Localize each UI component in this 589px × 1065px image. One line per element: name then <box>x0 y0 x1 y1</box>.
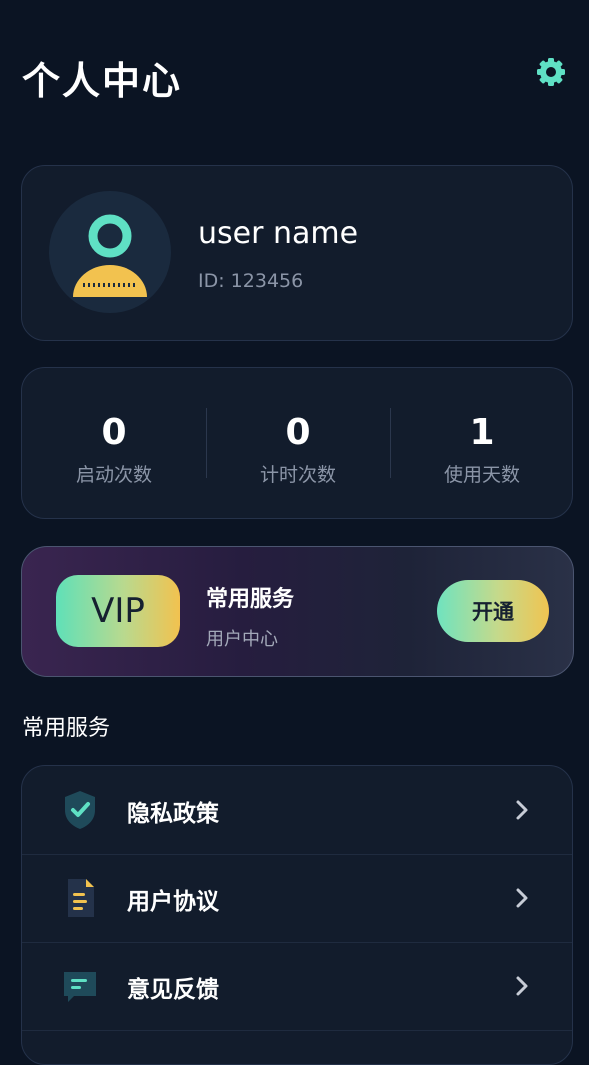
stat-label: 启动次数 <box>75 464 152 486</box>
menu-item-label: 意见反馈 <box>127 977 219 1003</box>
username: user name <box>198 216 359 251</box>
chat-bubble-icon <box>60 964 100 1008</box>
user-avatar-icon[interactable] <box>49 191 171 313</box>
vip-card[interactable]: VIP 常用服务 用户中心 开通 <box>21 546 574 677</box>
vip-subtitle: 用户中心 <box>206 629 278 650</box>
vip-title: 常用服务 <box>206 587 295 612</box>
menu-item-feedback[interactable]: 意见反馈 <box>22 942 572 1031</box>
section-title: 常用服务 <box>22 716 111 741</box>
stat-value: 1 <box>469 412 495 453</box>
document-icon <box>60 876 100 920</box>
gear-icon[interactable] <box>533 54 569 90</box>
menu-item-user-agreement[interactable]: 用户协议 <box>22 854 572 943</box>
shield-check-icon <box>60 788 100 832</box>
vip-badge: VIP <box>56 575 180 647</box>
user-id: ID: 123456 <box>198 270 304 292</box>
stat-usage-days: 1 使用天数 <box>390 368 574 520</box>
chevron-right-icon <box>514 886 530 910</box>
chevron-right-icon <box>514 974 530 998</box>
stat-launch-count: 0 启动次数 <box>22 368 206 520</box>
chevron-right-icon <box>514 798 530 822</box>
open-vip-button[interactable]: 开通 <box>437 580 549 642</box>
menu-item-label: 用户协议 <box>127 889 219 915</box>
stat-value: 0 <box>285 412 311 453</box>
stats-card: 0 启动次数 0 计时次数 1 使用天数 <box>21 367 573 519</box>
stat-timer-count: 0 计时次数 <box>206 368 390 520</box>
menu-item-privacy-policy[interactable]: 隐私政策 <box>22 766 572 855</box>
stat-label: 计时次数 <box>259 464 336 486</box>
stat-label: 使用天数 <box>443 464 520 486</box>
profile-card[interactable]: user name ID: 123456 <box>21 165 573 341</box>
menu-list: 隐私政策 用户协议 意见反馈 <box>21 765 573 1065</box>
menu-item-label: 隐私政策 <box>127 801 219 827</box>
header: 个人中心 <box>0 0 589 150</box>
stat-value: 0 <box>101 412 127 453</box>
page-title: 个人中心 <box>22 59 183 103</box>
